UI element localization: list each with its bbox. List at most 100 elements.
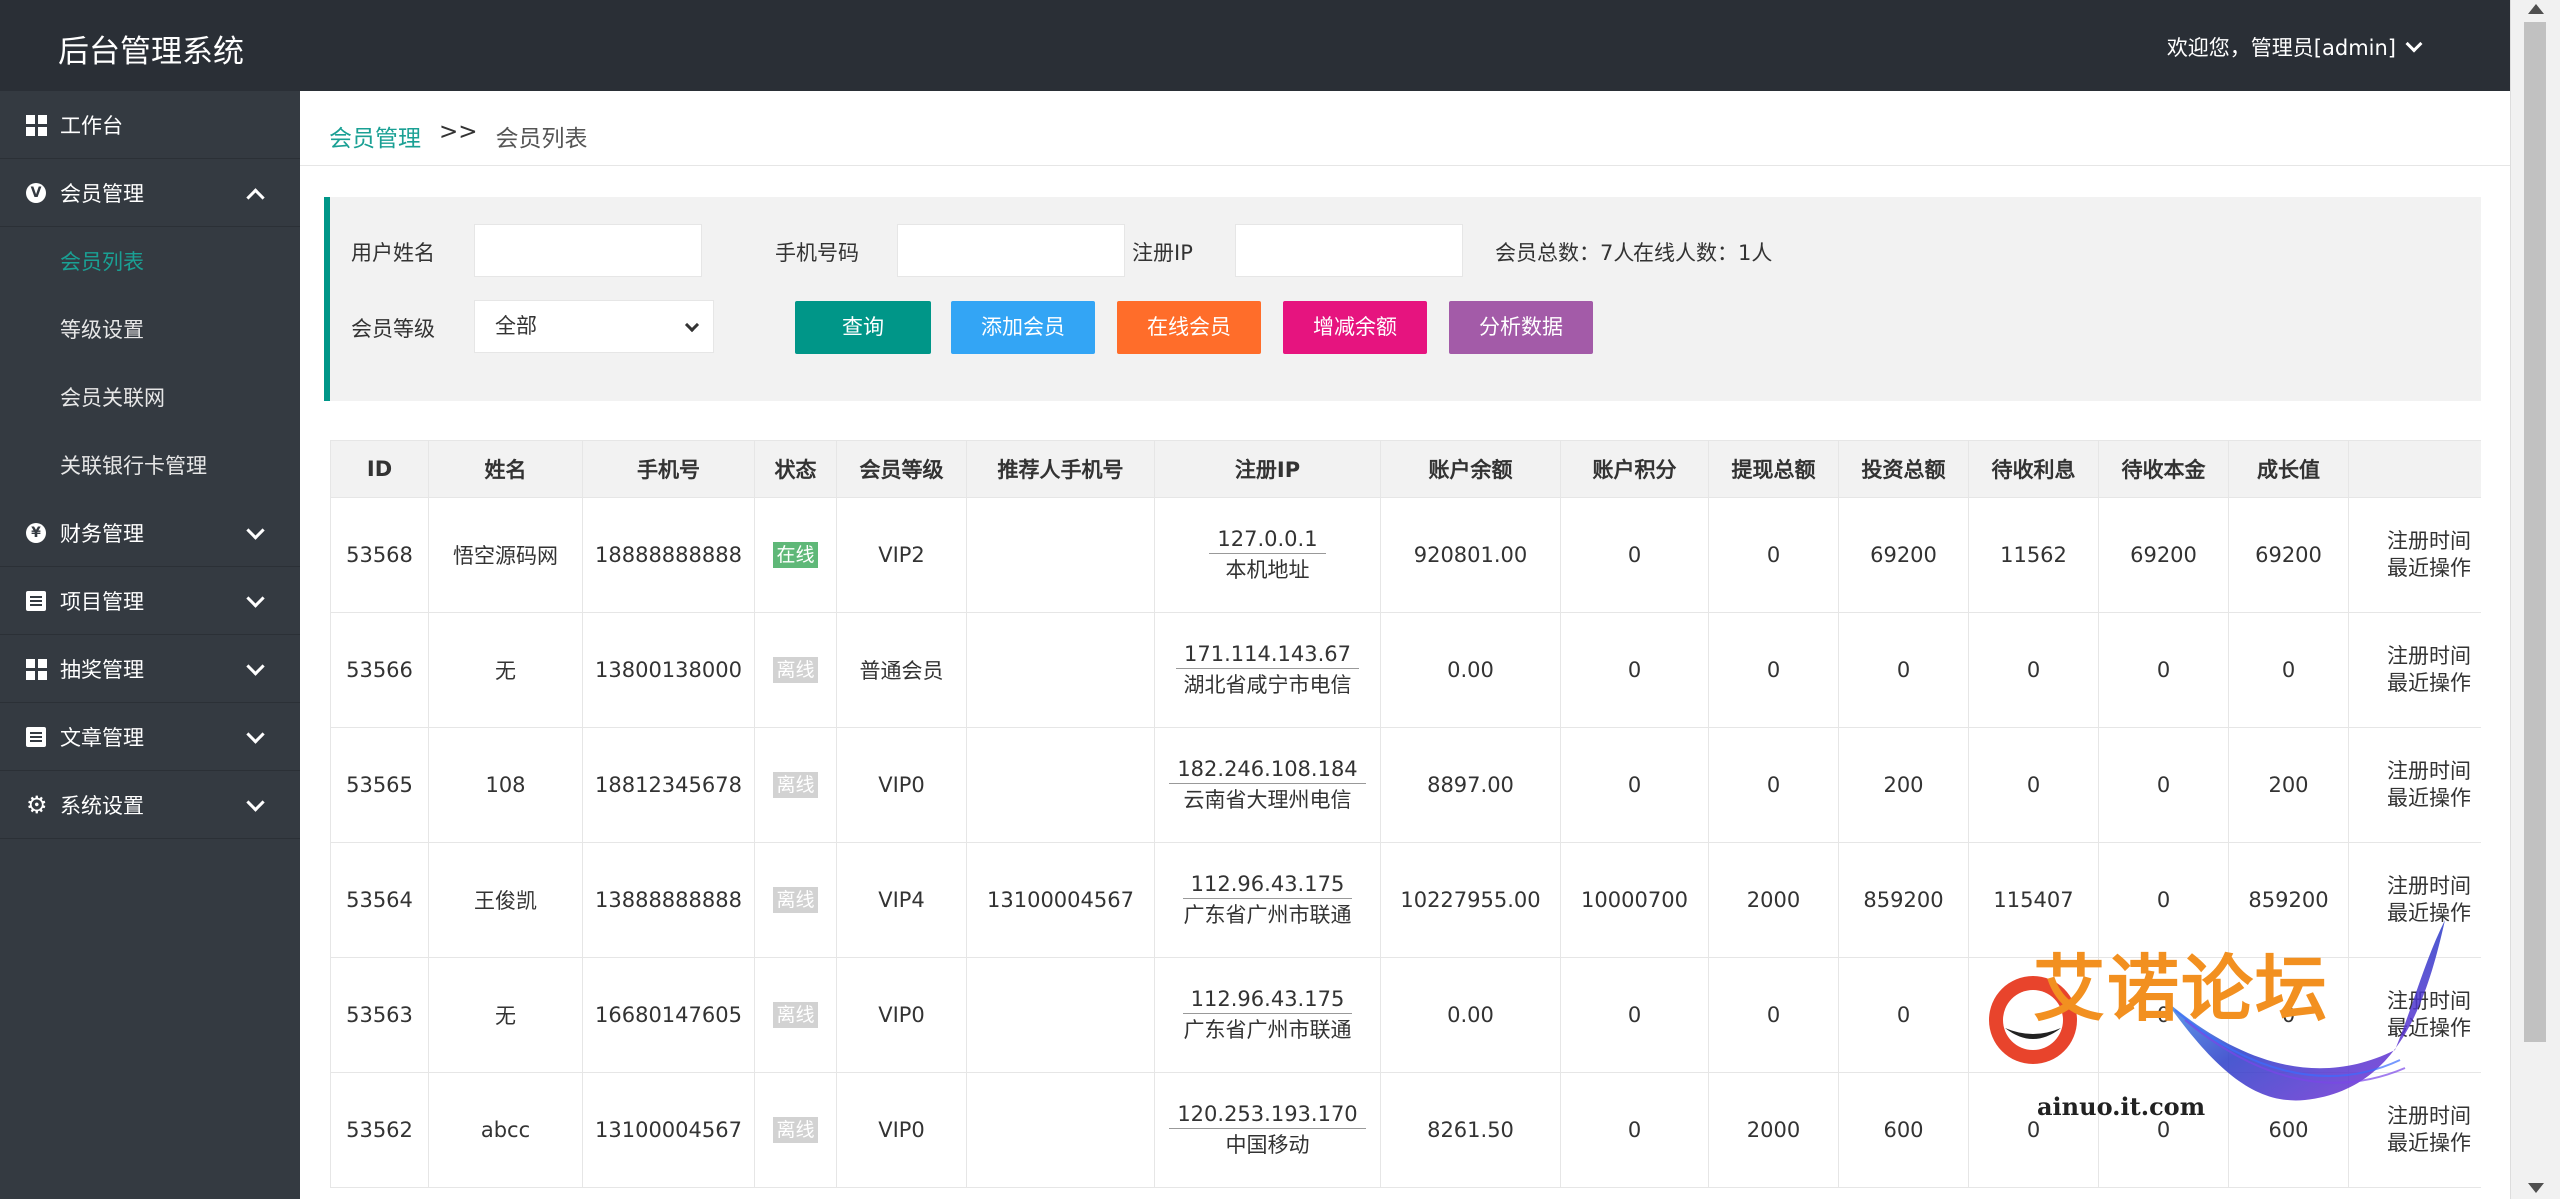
- col-header-points: 账户积分: [1560, 440, 1709, 498]
- sidebar-item-label: 文章管理: [60, 725, 144, 750]
- cell-level: VIP0: [836, 957, 967, 1073]
- cell-referrer: [966, 727, 1155, 843]
- cell-ops: 注册时间 最近操作: [2348, 497, 2481, 613]
- sidebar-item-lottery[interactable]: 抽奖管理: [0, 635, 300, 703]
- username-input[interactable]: [474, 224, 702, 277]
- analyze-data-button[interactable]: 分析数据: [1449, 301, 1593, 354]
- adjust-balance-button[interactable]: 增减余额: [1283, 301, 1427, 354]
- cell-growth: 69200: [2228, 497, 2349, 613]
- phone-input[interactable]: [897, 224, 1125, 277]
- cell-invest: 0: [1838, 612, 1969, 728]
- cell-ops: 注册时间 最近操作: [2348, 612, 2481, 728]
- cell-balance: 10227955.00: [1380, 842, 1561, 958]
- sidebar-subitem-member-network[interactable]: 会员关联网: [0, 363, 300, 431]
- settings-icon: ⚙: [26, 791, 48, 819]
- cell-level: VIP2: [836, 497, 967, 613]
- cell-principal: 69200: [2098, 497, 2229, 613]
- sidebar-item-finance[interactable]: ¥ 财务管理: [0, 499, 300, 567]
- cell-interest: 0: [1968, 727, 2099, 843]
- register-time-text: 注册时间: [2387, 874, 2471, 898]
- col-header-phone: 手机号: [582, 440, 755, 498]
- cell-phone: 18888888888: [582, 497, 755, 613]
- ip-address: 127.0.0.1: [1209, 527, 1326, 554]
- cell-growth: 0: [2228, 612, 2349, 728]
- ip-address: 171.114.143.67: [1176, 642, 1359, 669]
- status-badge: 离线: [773, 1002, 818, 1028]
- cell-points: 10000700: [1560, 842, 1709, 958]
- cell-name: 无: [428, 957, 583, 1073]
- col-header-name: 姓名: [428, 440, 583, 498]
- sidebar-item-dashboard[interactable]: 工作台: [0, 91, 300, 159]
- breadcrumb-current: 会员列表: [495, 126, 588, 152]
- sidebar-item-members[interactable]: V 会员管理: [0, 159, 300, 227]
- cell-level: 普通会员: [836, 612, 967, 728]
- col-header-growth: 成长值: [2228, 440, 2349, 498]
- col-header-id: ID: [330, 440, 429, 498]
- sidebar-subitem-level-settings[interactable]: 等级设置: [0, 295, 300, 363]
- status-badge: 在线: [773, 542, 818, 568]
- cell-status: 离线: [754, 612, 837, 728]
- cell-ip: 182.246.108.184 云南省大理州电信: [1154, 727, 1381, 843]
- scroll-up-icon[interactable]: [2528, 4, 2544, 14]
- ip-label: 注册IP: [1132, 241, 1193, 265]
- cell-id: 53565: [330, 727, 429, 843]
- cell-withdraw: 2000: [1708, 842, 1839, 958]
- scroll-down-icon[interactable]: [2528, 1183, 2544, 1193]
- watermark-text: 艾诺论坛: [2033, 946, 2330, 1031]
- cell-growth: 200: [2228, 727, 2349, 843]
- cell-name: 无: [428, 612, 583, 728]
- status-badge: 离线: [773, 1117, 818, 1143]
- sidebar-item-settings[interactable]: ⚙ 系统设置: [0, 771, 300, 839]
- sidebar-item-label: 项目管理: [60, 589, 144, 614]
- cell-points: 0: [1560, 957, 1709, 1073]
- add-member-button[interactable]: 添加会员: [951, 301, 1095, 354]
- scrollbar-thumb[interactable]: [2524, 22, 2546, 1042]
- breadcrumb-separator: >>: [439, 119, 478, 145]
- ip-location: 湖北省咸宁市电信: [1183, 672, 1352, 697]
- cell-name: 王俊凯: [428, 842, 583, 958]
- col-header-interest: 待收利息: [1968, 440, 2099, 498]
- cell-name: abcc: [428, 1072, 583, 1188]
- level-select[interactable]: 全部: [474, 300, 714, 353]
- online-members-button[interactable]: 在线会员: [1117, 301, 1261, 354]
- ip-input[interactable]: [1235, 224, 1463, 277]
- table-row[interactable]: 53568 悟空源码网 18888888888 在线 VIP2 127.0.0.1 本机地址…: [330, 497, 2481, 613]
- col-header-status: 状态: [754, 440, 837, 498]
- cell-ops: 注册时间 最近操作: [2348, 727, 2481, 843]
- cell-level: VIP0: [836, 727, 967, 843]
- page-scrollbar[interactable]: [2510, 0, 2560, 1199]
- sidebar-subitem-member-list[interactable]: 会员列表: [0, 227, 300, 295]
- user-menu[interactable]: 欢迎您，管理员[admin]: [2166, 32, 2423, 62]
- cell-points: 0: [1560, 497, 1709, 613]
- user-greeting: 欢迎您，管理员[admin]: [2166, 36, 2396, 60]
- cell-phone: 13100004567: [582, 1072, 755, 1188]
- chevron-down-icon: [684, 317, 700, 333]
- cell-balance: 8897.00: [1380, 727, 1561, 843]
- query-button[interactable]: 查询: [795, 301, 931, 354]
- sidebar-subitem-bank-cards[interactable]: 关联银行卡管理: [0, 431, 300, 499]
- cell-ip: 127.0.0.1 本机地址: [1154, 497, 1381, 613]
- ip-location: 云南省大理州电信: [1183, 787, 1352, 812]
- cell-points: 0: [1560, 1072, 1709, 1188]
- sidebar-item-projects[interactable]: 项目管理: [0, 567, 300, 635]
- cell-ip: 112.96.43.175 广东省广州市联通: [1154, 842, 1381, 958]
- ip-location: 广东省广州市联通: [1183, 1017, 1352, 1042]
- breadcrumb-parent[interactable]: 会员管理: [329, 119, 421, 153]
- filter-panel: 用户姓名 手机号码 注册IP 会员总数：7人 在线人数：1人 会员等级 全部 查…: [324, 197, 2481, 401]
- cell-balance: 920801.00: [1380, 497, 1561, 613]
- table-row[interactable]: 53566 无 13800138000 离线 普通会员 171.114.143.67 湖北省…: [330, 612, 2481, 728]
- cell-phone: 16680147605: [582, 957, 755, 1073]
- dashboard-icon: [26, 115, 47, 136]
- register-time-text: 注册时间: [2387, 759, 2471, 783]
- cell-balance: 0.00: [1380, 957, 1561, 1073]
- col-header-level: 会员等级: [836, 440, 967, 498]
- sidebar-item-articles[interactable]: 文章管理: [0, 703, 300, 771]
- ip-address: 112.96.43.175: [1182, 872, 1353, 899]
- col-header-ops: [2348, 440, 2481, 498]
- table-row[interactable]: 53565 108 18812345678 离线 VIP0 182.246.108.184…: [330, 727, 2481, 843]
- cell-invest: 69200: [1838, 497, 1969, 613]
- watermark-url: ainuo.it.com: [2037, 1092, 2206, 1121]
- watermark-logo: 艾诺论坛 ainuo.it.com: [1975, 900, 2455, 1150]
- cell-ip: 120.253.193.170 中国移动: [1154, 1072, 1381, 1188]
- sidebar-item-label: 财务管理: [60, 521, 144, 546]
